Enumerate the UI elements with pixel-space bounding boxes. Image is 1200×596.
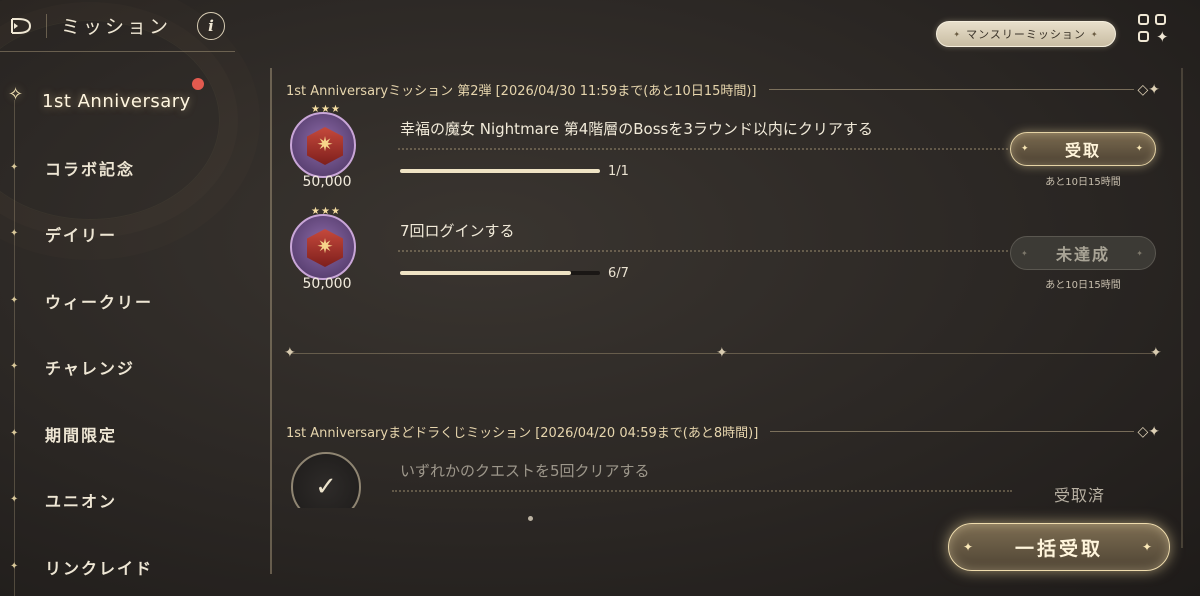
back-icon[interactable] bbox=[0, 6, 46, 46]
ornament-icon: ◇✦ bbox=[1137, 81, 1161, 98]
claim-button[interactable]: 受取 bbox=[1010, 132, 1156, 166]
bullet-sparkle-icon: ✦ bbox=[10, 361, 21, 373]
section-title: 1st Anniversaryミッション 第2弾 [2026/04/30 11:… bbox=[286, 84, 757, 99]
sidebar-item-label: ユニオン bbox=[45, 492, 118, 512]
claimed-label: 受取済 bbox=[1054, 486, 1106, 505]
dotted-divider bbox=[398, 148, 1008, 150]
claim-all-button[interactable]: 一括受取 bbox=[948, 523, 1170, 571]
reward-amount: 50,000 bbox=[302, 276, 352, 292]
sidebar-item-challenge[interactable]: ✦ チャレンジ bbox=[0, 334, 260, 401]
page-title: ミッション bbox=[61, 16, 172, 38]
sidebar-item-label: リンクレイド bbox=[45, 558, 154, 578]
mission-title: 7回ログインする bbox=[400, 222, 515, 240]
divider-sparkle-icon: ✦ bbox=[284, 345, 296, 361]
bullet-sparkle-icon: ✦ bbox=[10, 560, 21, 572]
reward-amount: 50,000 bbox=[302, 174, 352, 190]
header-divider bbox=[46, 13, 47, 38]
sidebar: ✧ 1st Anniversary ✦ コラボ記念 ✦ デイリー ✦ ウィークリ… bbox=[0, 68, 260, 596]
completed-medal: ✓ bbox=[291, 452, 361, 508]
header-bar: ミッション i bbox=[0, 0, 235, 52]
sidebar-item-label: デイリー bbox=[45, 226, 118, 246]
check-icon: ✓ bbox=[315, 472, 337, 502]
menu-grid-icon[interactable]: ✦ bbox=[1138, 14, 1169, 46]
remaining-time: あと10日15時間 bbox=[1045, 280, 1121, 291]
scrollbar[interactable] bbox=[1181, 68, 1183, 548]
sidebar-item-label: 期間限定 bbox=[45, 425, 118, 445]
progress-fill bbox=[400, 271, 571, 275]
info-icon[interactable]: i bbox=[197, 11, 225, 40]
section-line bbox=[768, 89, 1134, 90]
reward-medal-icon: ★★★ bbox=[290, 104, 356, 178]
sidebar-item-link-raid[interactable]: ✦ リンクレイド bbox=[0, 534, 260, 596]
bullet-sparkle-icon: ✦ bbox=[10, 228, 21, 240]
sidebar-item-label: コラボ記念 bbox=[45, 159, 136, 179]
bullet-sparkle-icon: ✦ bbox=[10, 161, 21, 173]
sidebar-item-label: ウィークリー bbox=[45, 292, 154, 312]
reward-medal-icon: ★★★ bbox=[290, 206, 356, 280]
section-title: 1st Anniversaryまどドラくじミッション [2026/04/20 0… bbox=[286, 426, 759, 441]
section-line bbox=[770, 431, 1134, 432]
notification-badge bbox=[192, 78, 204, 90]
mission-title: いずれかのクエストを5回クリアする bbox=[400, 462, 650, 480]
remaining-time: あと10日15時間 bbox=[1045, 177, 1121, 188]
sidebar-item-label: 1st Anniversary bbox=[42, 90, 191, 112]
sidebar-item-1st-anniversary[interactable]: ✧ 1st Anniversary bbox=[0, 68, 260, 135]
dotted-divider bbox=[398, 250, 1008, 252]
section-header: 1st Anniversaryまどドラくじミッション [2026/04/20 0… bbox=[286, 422, 1161, 442]
sidebar-item-limited[interactable]: ✦ 期間限定 bbox=[0, 401, 260, 468]
bullet-sparkle-icon: ✦ bbox=[10, 494, 21, 506]
progress-text: 1/1 bbox=[608, 164, 629, 179]
incomplete-button[interactable]: 未達成 bbox=[1010, 236, 1156, 270]
sidebar-item-weekly[interactable]: ✦ ウィークリー bbox=[0, 268, 260, 335]
monthly-mission-button[interactable]: マンスリーミッション bbox=[936, 21, 1116, 47]
bullet-sparkle-icon: ✦ bbox=[10, 427, 21, 439]
sidebar-item-collab[interactable]: ✦ コラボ記念 bbox=[0, 135, 260, 202]
section-header: 1st Anniversaryミッション 第2弾 [2026/04/30 11:… bbox=[286, 80, 1161, 100]
active-sparkle-icon: ✧ bbox=[8, 84, 24, 106]
mission-title: 幸福の魔女 Nightmare 第4階層のBossを3ラウンド以内にクリアする bbox=[400, 120, 873, 138]
progress-text: 6/7 bbox=[608, 266, 629, 281]
divider-sparkle-icon: ✦ bbox=[1150, 345, 1162, 361]
sidebar-item-label: チャレンジ bbox=[45, 359, 135, 379]
sidebar-item-union[interactable]: ✦ ユニオン bbox=[0, 467, 260, 534]
bullet-sparkle-icon: ✦ bbox=[10, 294, 21, 306]
dotted-divider bbox=[392, 490, 1012, 492]
progress-fill bbox=[400, 169, 600, 173]
page-indicator-dot bbox=[528, 516, 533, 521]
divider-sparkle-icon: ✦ bbox=[716, 345, 728, 361]
ornament-icon: ◇✦ bbox=[1137, 423, 1161, 440]
sidebar-item-daily[interactable]: ✦ デイリー bbox=[0, 201, 260, 268]
